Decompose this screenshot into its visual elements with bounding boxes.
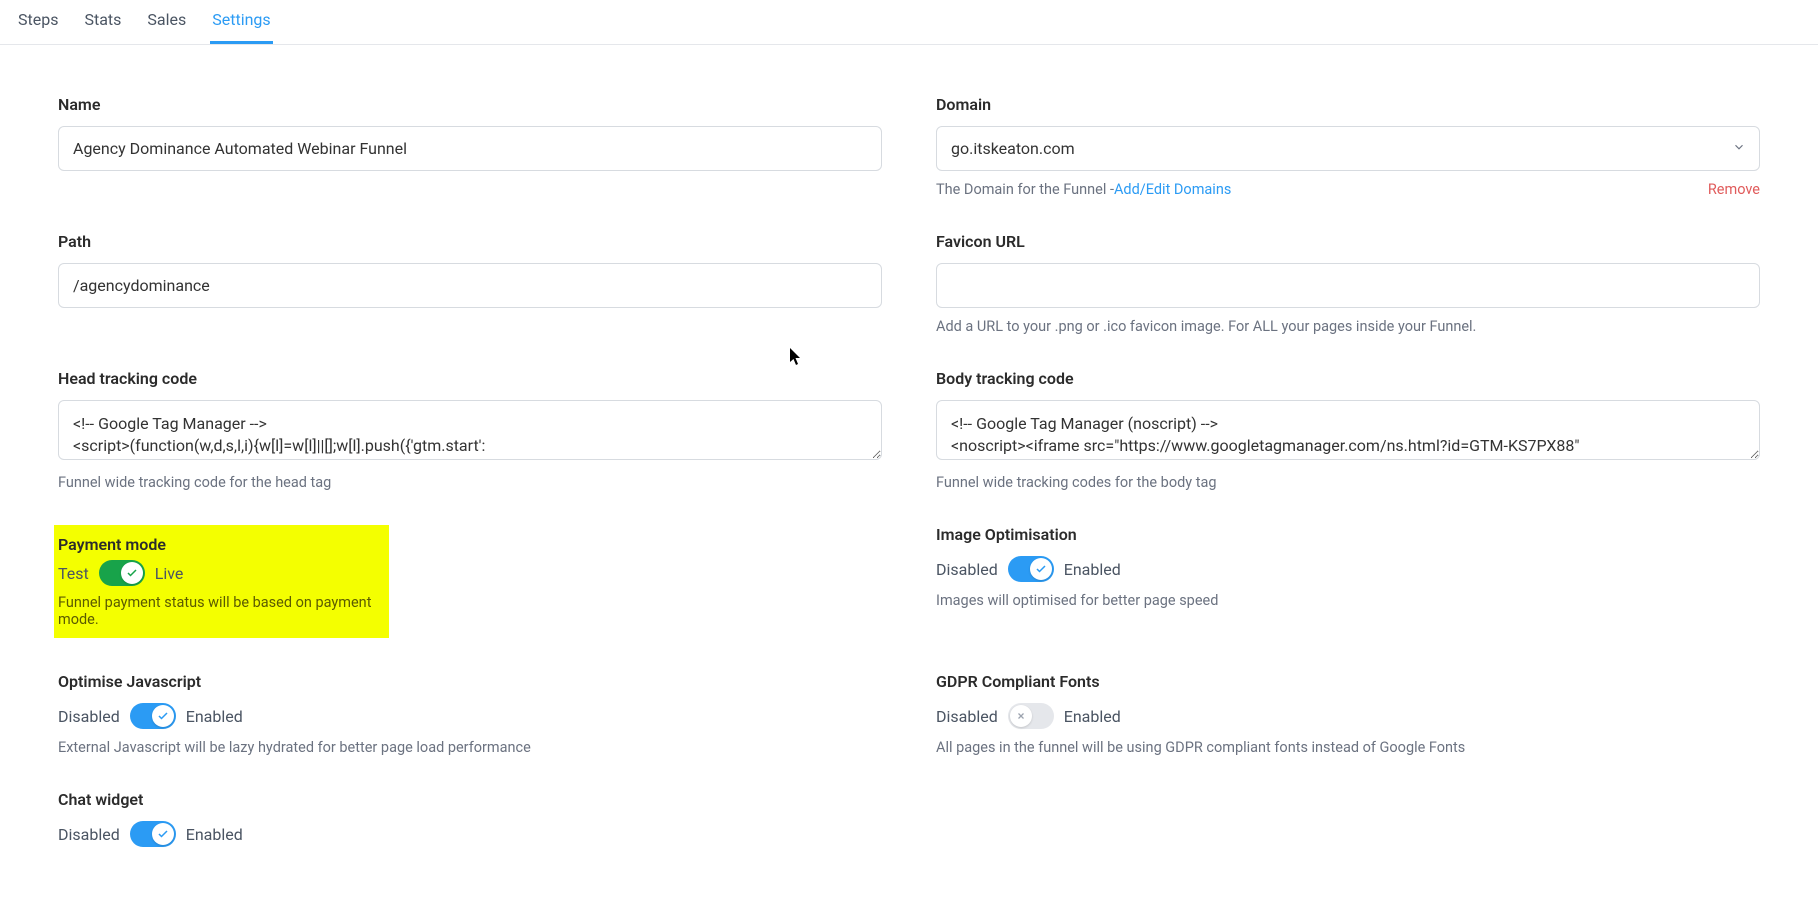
field-favicon: Favicon URL Add a URL to your .png or .i… bbox=[936, 232, 1760, 335]
image-opt-label: Image Optimisation bbox=[936, 525, 1760, 544]
field-body-tracking: Body tracking code Funnel wide tracking … bbox=[936, 369, 1760, 491]
tab-sales[interactable]: Sales bbox=[145, 0, 188, 44]
head-tracking-label: Head tracking code bbox=[58, 369, 882, 388]
optimise-js-toggle[interactable] bbox=[130, 703, 176, 729]
optimise-js-enabled-label: Enabled bbox=[186, 707, 243, 726]
gdpr-fonts-enabled-label: Enabled bbox=[1064, 707, 1121, 726]
payment-mode-help: Funnel payment status will be based on p… bbox=[58, 594, 377, 628]
image-opt-disabled-label: Disabled bbox=[936, 560, 998, 579]
gdpr-fonts-toggle[interactable] bbox=[1008, 703, 1054, 729]
chat-widget-label: Chat widget bbox=[58, 790, 882, 809]
head-tracking-help: Funnel wide tracking code for the head t… bbox=[58, 474, 882, 491]
path-input[interactable] bbox=[58, 263, 882, 308]
chat-widget-disabled-label: Disabled bbox=[58, 825, 120, 844]
field-chat-widget: Chat widget Disabled Enabled bbox=[58, 790, 882, 847]
tab-steps[interactable]: Steps bbox=[16, 0, 60, 44]
field-gdpr-fonts: GDPR Compliant Fonts Disabled Enabled Al… bbox=[936, 672, 1760, 756]
field-domain: Domain go.itskeaton.com The Domain for t… bbox=[936, 95, 1760, 198]
domain-label: Domain bbox=[936, 95, 1760, 114]
name-input[interactable] bbox=[58, 126, 882, 171]
check-icon bbox=[152, 705, 174, 727]
chat-widget-toggle[interactable] bbox=[130, 821, 176, 847]
image-opt-enabled-label: Enabled bbox=[1064, 560, 1121, 579]
body-tracking-textarea[interactable] bbox=[936, 400, 1760, 460]
field-image-optimisation: Image Optimisation Disabled Enabled Imag… bbox=[936, 525, 1760, 638]
field-name: Name bbox=[58, 95, 882, 198]
field-head-tracking: Head tracking code Funnel wide tracking … bbox=[58, 369, 882, 491]
payment-mode-live-label: Live bbox=[155, 564, 184, 583]
field-path: Path bbox=[58, 232, 882, 335]
gdpr-fonts-label: GDPR Compliant Fonts bbox=[936, 672, 1760, 691]
check-icon bbox=[152, 823, 174, 845]
tab-stats[interactable]: Stats bbox=[82, 0, 123, 44]
image-opt-help: Images will optimised for better page sp… bbox=[936, 592, 1760, 609]
gdpr-fonts-disabled-label: Disabled bbox=[936, 707, 998, 726]
favicon-help: Add a URL to your .png or .ico favicon i… bbox=[936, 318, 1760, 335]
field-payment-mode: Payment mode Test Live Funnel payment st… bbox=[58, 525, 882, 638]
head-tracking-textarea[interactable] bbox=[58, 400, 882, 460]
domain-help: The Domain for the Funnel -Add/Edit Doma… bbox=[936, 181, 1760, 198]
payment-mode-toggle[interactable] bbox=[99, 560, 145, 586]
check-icon bbox=[1030, 558, 1052, 580]
tab-settings[interactable]: Settings bbox=[210, 0, 272, 44]
check-icon bbox=[121, 562, 143, 584]
nav-tabs: Steps Stats Sales Settings bbox=[0, 0, 1818, 45]
optimise-js-disabled-label: Disabled bbox=[58, 707, 120, 726]
image-opt-toggle[interactable] bbox=[1008, 556, 1054, 582]
path-label: Path bbox=[58, 232, 882, 251]
payment-mode-test-label: Test bbox=[58, 564, 89, 583]
body-tracking-label: Body tracking code bbox=[936, 369, 1760, 388]
gdpr-fonts-help: All pages in the funnel will be using GD… bbox=[936, 739, 1760, 756]
favicon-input[interactable] bbox=[936, 263, 1760, 308]
payment-mode-label: Payment mode bbox=[58, 535, 377, 554]
optimise-js-help: External Javascript will be lazy hydrate… bbox=[58, 739, 882, 756]
remove-domain-link[interactable]: Remove bbox=[1708, 181, 1760, 198]
domain-select[interactable]: go.itskeaton.com bbox=[936, 126, 1760, 171]
settings-form: Name Domain go.itskeaton.com The Domain … bbox=[0, 45, 1818, 887]
optimise-js-label: Optimise Javascript bbox=[58, 672, 882, 691]
body-tracking-help: Funnel wide tracking codes for the body … bbox=[936, 474, 1760, 491]
add-edit-domains-link[interactable]: Add/Edit Domains bbox=[1114, 181, 1231, 198]
name-label: Name bbox=[58, 95, 882, 114]
favicon-label: Favicon URL bbox=[936, 232, 1760, 251]
chat-widget-enabled-label: Enabled bbox=[186, 825, 243, 844]
close-icon bbox=[1010, 705, 1032, 727]
field-optimise-js: Optimise Javascript Disabled Enabled Ext… bbox=[58, 672, 882, 756]
